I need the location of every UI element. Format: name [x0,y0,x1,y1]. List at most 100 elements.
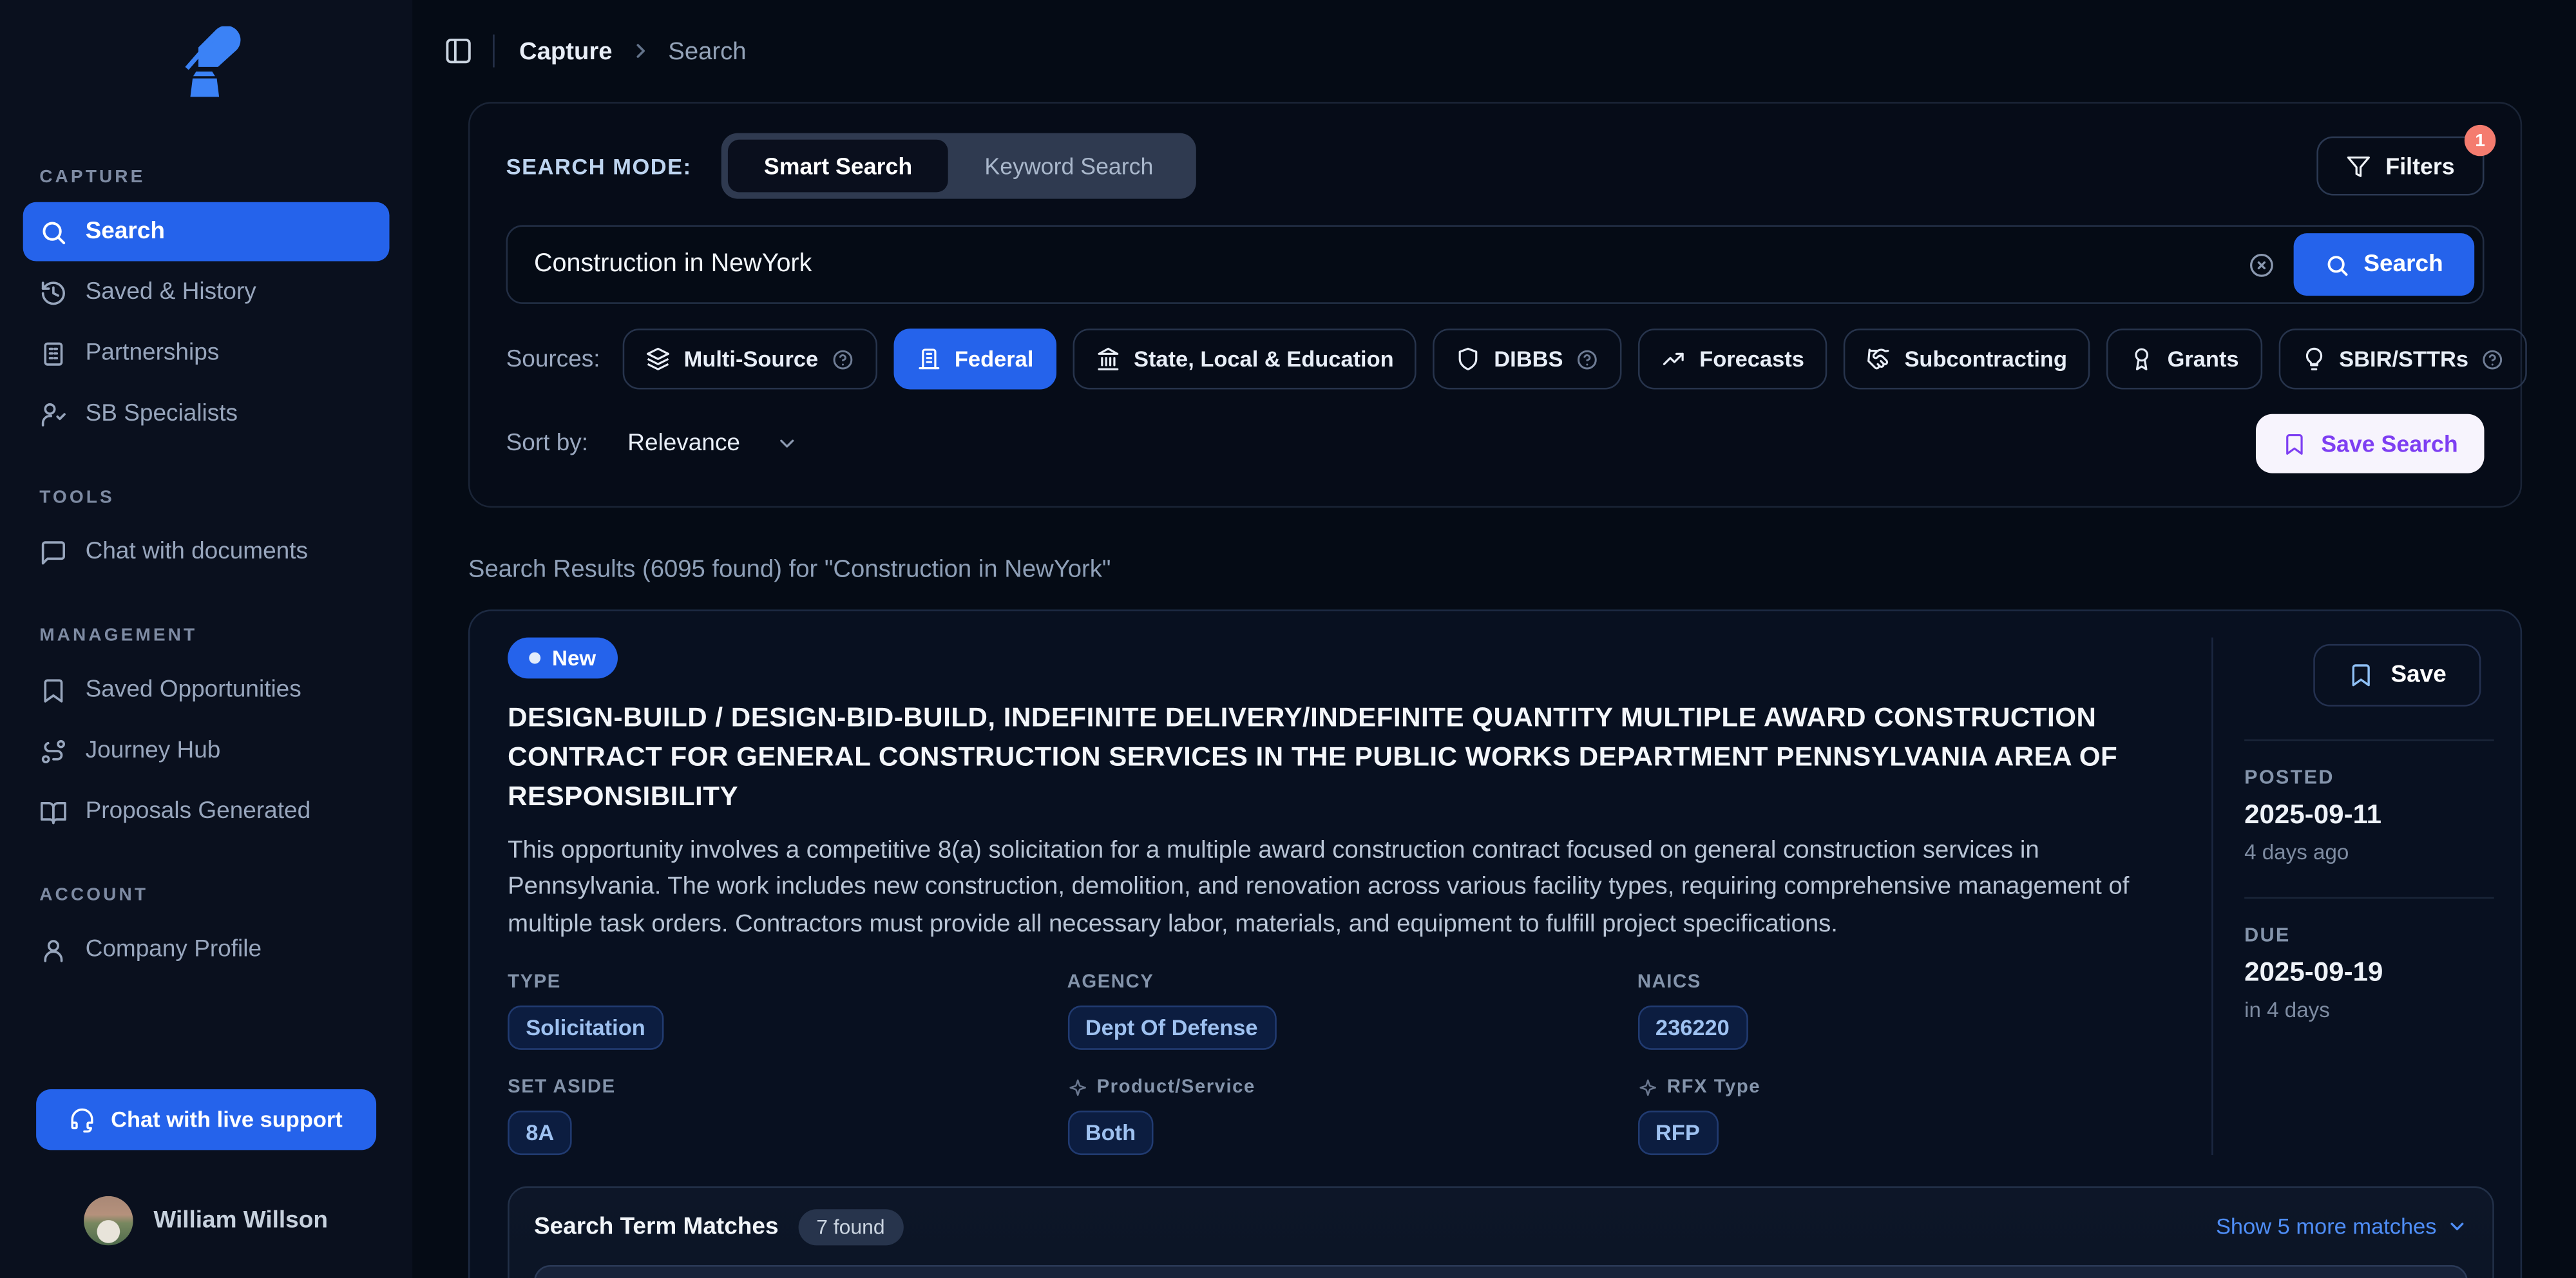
landmark-icon [1096,347,1120,371]
results-summary: Search Results (6095 found) for "Constru… [468,555,2522,583]
meta-value-product-service: Both [1067,1110,1154,1154]
sidebar-item-partnerships[interactable]: Partnerships [23,323,390,383]
filters-count-badge: 1 [2465,125,2495,156]
help-circle-icon[interactable] [832,347,855,370]
due-date: 2025-09-19 [2244,958,2494,989]
sort-row: Sort by: Relevance Save Search [506,414,2485,473]
meta-label-type: TYPE [508,972,1067,992]
breadcrumb: Capture Search [519,37,747,64]
filters-label: Filters [2385,153,2454,179]
sidebar-item-label: Saved Opportunities [86,677,301,703]
source-chip-forecasts[interactable]: Forecasts [1639,329,1827,389]
chat-live-support-button[interactable]: Chat with live support [36,1089,376,1150]
source-chip-subcontracting[interactable]: Subcontracting [1844,329,2090,389]
chip-label: Subcontracting [1904,347,2067,371]
search-icon [39,218,67,245]
meta-value-naics: 236220 [1637,1005,1748,1049]
show-more-label: Show 5 more matches [2216,1214,2437,1239]
app-stage: CAPTURE Search Saved & History Partnersh… [0,0,2576,1278]
lightbulb-icon [2302,347,2326,371]
sparkles-icon [1637,1077,1657,1097]
sidebar-item-chat-with-documents[interactable]: Chat with documents [23,522,390,582]
posted-relative: 4 days ago [2244,839,2494,864]
help-circle-icon[interactable] [1576,347,1599,370]
bookmark-icon [39,676,67,704]
quill-inkwell-logo-icon [172,26,241,102]
filter-funnel-icon [2346,153,2371,178]
clear-search-icon[interactable] [2247,251,2275,278]
user-profile-row[interactable]: William Willson [23,1196,390,1246]
chevron-down-icon [776,432,799,455]
gov-building-icon [917,347,941,371]
meta-value-rfx-type: RFP [1637,1110,1718,1154]
search-input[interactable] [534,250,2229,280]
sidebar-item-journey-hub[interactable]: Journey Hub [23,721,390,781]
user-icon [39,936,67,964]
save-opportunity-button[interactable]: Save [2314,644,2481,707]
save-button-label: Save [2390,662,2446,689]
chip-label: SBIR/STTRs [2339,347,2468,371]
rail-divider [2244,739,2494,741]
breadcrumb-capture[interactable]: Capture [519,37,613,64]
app-logo [23,26,390,102]
new-badge-dot [529,653,540,664]
chevron-right-icon [629,39,652,62]
sidebar-item-saved-history[interactable]: Saved & History [23,263,390,322]
sidebar-section-account: ACCOUNT [39,886,373,906]
search-term-matches-panel: Search Term Matches 7 found Show 5 more … [508,1186,2494,1278]
sidebar-item-label: Company Profile [86,937,262,963]
meta-label-agency: AGENCY [1067,972,1637,992]
meta-product-service: Product/Service Both [1067,1077,1637,1154]
matches-count-badge: 7 found [798,1208,903,1245]
save-search-label: Save Search [2321,430,2457,457]
sidebar-item-label: Search [86,218,165,245]
source-chip-multi-source[interactable]: Multi-Source [623,329,877,389]
source-chip-dibbs[interactable]: DIBBS [1433,329,1622,389]
posted-label: POSTED [2244,766,2494,789]
help-circle-icon[interactable] [2481,347,2504,370]
sidebar-section-tools: TOOLS [39,488,373,508]
save-search-button[interactable]: Save Search [2255,414,2484,473]
due-relative: in 4 days [2244,997,2494,1022]
sidebar-item-label: Proposals Generated [86,799,311,825]
breadcrumb-search: Search [668,37,746,64]
meta-label-text: Product/Service [1097,1077,1255,1097]
filters-button[interactable]: Filters 1 [2316,137,2484,196]
meta-label-product-service: Product/Service [1067,1077,1637,1097]
topbar-divider [493,35,495,68]
sidebar-item-proposals-generated[interactable]: Proposals Generated [23,782,390,841]
search-mode-label: SEARCH MODE: [506,153,692,178]
trending-up-icon [1661,347,1686,371]
sidebar-spacer [23,981,390,1089]
source-chip-sbir-sttrs[interactable]: SBIR/STTRs [2278,329,2528,389]
book-open-icon [39,797,67,825]
sidebar-item-label: Chat with documents [86,539,308,566]
search-mode-toggle: Smart Search Keyword Search [721,133,1196,199]
source-chip-federal[interactable]: Federal [894,329,1057,389]
search-button[interactable]: Search [2293,233,2475,296]
show-more-matches-link[interactable]: Show 5 more matches [2216,1214,2468,1239]
source-chip-state-local-education[interactable]: State, Local & Education [1073,329,1417,389]
main-content: Capture Search SEARCH MODE: Smart Search… [412,0,2576,1278]
meta-value-type: Solicitation [508,1005,663,1049]
opportunity-card: New DESIGN-BUILD / DESIGN-BID-BUILD, IND… [468,609,2522,1278]
sort-select[interactable]: Relevance [627,430,799,457]
sidebar-item-saved-opportunities[interactable]: Saved Opportunities [23,660,390,720]
sidebar-item-sb-specialists[interactable]: SB Specialists [23,385,390,444]
layers-icon [646,347,671,371]
opportunity-title[interactable]: DESIGN-BUILD / DESIGN-BID-BUILD, INDEFIN… [508,700,2175,818]
sidebar-item-label: Saved & History [86,280,256,306]
top-bar: Capture Search [444,35,2523,68]
sidebar-item-search[interactable]: Search [23,202,390,262]
sidebar-item-company-profile[interactable]: Company Profile [23,920,390,979]
source-chip-grants[interactable]: Grants [2106,329,2262,389]
chip-label: Federal [955,347,1034,371]
meta-label-naics: NAICS [1637,972,2175,992]
headset-icon [70,1107,96,1133]
due-label: DUE [2244,923,2494,946]
mode-smart-search[interactable]: Smart Search [728,140,948,193]
matches-title: Search Term Matches [534,1214,779,1240]
mode-keyword-search[interactable]: Keyword Search [948,140,1189,193]
meta-label-text: RFX Type [1667,1077,1760,1097]
sidebar-toggle-icon[interactable] [444,36,473,66]
